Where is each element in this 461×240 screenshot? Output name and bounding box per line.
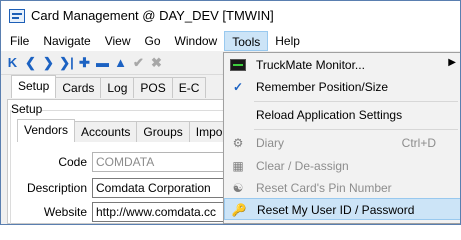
menu-item-diary[interactable]: ⚙ Diary Ctrl+D: [224, 132, 460, 154]
menu-item-reset-pin[interactable]: ☯ Reset Card's Pin Number: [224, 177, 460, 199]
menu-window[interactable]: Window: [168, 31, 225, 51]
tab-pos[interactable]: POS: [133, 77, 173, 98]
menu-view[interactable]: View: [98, 31, 138, 51]
delete-icon[interactable]: ▬: [95, 55, 110, 71]
title-bar: Card Management @ DAY_DEV [TMWIN]: [1, 1, 460, 30]
tab-accounts[interactable]: Accounts: [74, 121, 138, 142]
clear-deassign-icon: ▦: [232, 159, 244, 173]
menu-item-label: Reset Card's Pin Number: [256, 181, 392, 195]
diary-shortcut: Ctrl+D: [401, 136, 436, 150]
menu-item-label: Diary: [256, 136, 285, 150]
website-field[interactable]: http://www.comdata.cc: [92, 202, 233, 222]
description-row: Description Comdata Corporation: [1, 178, 233, 198]
checkmark-icon: ✓: [232, 80, 244, 94]
card-management-window: Card Management @ DAY_DEV [TMWIN] File N…: [0, 0, 461, 225]
menu-separator: [254, 129, 458, 130]
inner-tabs: Vendors Accounts Groups Import: [17, 119, 237, 143]
menu-file[interactable]: File: [3, 31, 36, 51]
monitor-icon: [229, 57, 247, 73]
tab-e-c[interactable]: E-C: [171, 77, 207, 98]
menu-item-label: Clear / De-assign: [256, 159, 349, 173]
menu-tools[interactable]: Tools: [224, 30, 269, 51]
menu-item-reset-user-password[interactable]: 🔑 Reset My User ID / Password: [224, 198, 460, 220]
add-icon[interactable]: ✚: [77, 55, 92, 71]
website-label: Website: [43, 205, 87, 219]
menu-item-label: Reset My User ID / Password: [257, 203, 415, 217]
menu-item-truckmate-monitor[interactable]: TruckMate Monitor... ▶: [224, 54, 460, 76]
code-label: Code: [58, 155, 87, 169]
previous-record-icon[interactable]: ❮: [23, 55, 38, 71]
navigation-toolbar: K ❮ ❯ ❯| ✚ ▬ ▲ ✔ ✖: [1, 51, 233, 75]
submenu-arrow-icon: ▶: [448, 57, 456, 68]
code-field[interactable]: COMDATA: [92, 152, 233, 172]
up-icon[interactable]: ▲: [113, 55, 128, 71]
description-field[interactable]: Comdata Corporation: [92, 178, 233, 198]
menu-help[interactable]: Help: [268, 31, 307, 51]
first-record-icon[interactable]: K: [5, 55, 20, 71]
tab-vendors[interactable]: Vendors: [17, 119, 76, 142]
tools-dropdown-menu: TruckMate Monitor... ▶ ✓ Remember Positi…: [223, 52, 460, 224]
window-title: Card Management @ DAY_DEV [TMWIN]: [31, 8, 274, 23]
cancel-icon[interactable]: ✖: [149, 55, 164, 71]
tab-log[interactable]: Log: [100, 77, 135, 98]
key-icon: 🔑: [231, 203, 247, 217]
menu-item-label: Remember Position/Size: [256, 80, 389, 94]
code-row: Code COMDATA: [1, 152, 233, 172]
menu-item-label: TruckMate Monitor...: [256, 58, 365, 72]
menu-item-clear-deassign[interactable]: ▦ Clear / De-assign: [224, 155, 460, 177]
tab-setup[interactable]: Setup: [11, 75, 57, 98]
menu-item-reload-settings[interactable]: Reload Application Settings: [224, 104, 460, 126]
tab-cards[interactable]: Cards: [55, 77, 102, 98]
setup-group-label: Setup: [11, 102, 43, 116]
menu-navigate[interactable]: Navigate: [36, 31, 97, 51]
diary-icon: ⚙: [232, 136, 244, 150]
menu-item-remember-position[interactable]: ✓ Remember Position/Size: [224, 76, 460, 98]
next-record-icon[interactable]: ❯: [41, 55, 56, 71]
reset-pin-icon: ☯: [232, 181, 244, 195]
tab-groups[interactable]: Groups: [136, 121, 190, 142]
website-row: Website http://www.comdata.cc: [1, 202, 233, 222]
menu-item-label: Reload Application Settings: [256, 108, 403, 122]
menu-bar: File Navigate View Go Window Tools Help: [1, 30, 460, 51]
last-record-icon[interactable]: ❯|: [59, 55, 74, 71]
main-tabs: Setup Cards Log POS E-C: [11, 75, 207, 99]
confirm-icon[interactable]: ✔: [131, 55, 146, 71]
menu-go[interactable]: Go: [138, 31, 168, 51]
app-icon: [9, 8, 25, 23]
description-label: Description: [26, 181, 87, 195]
menu-separator: [254, 101, 458, 102]
